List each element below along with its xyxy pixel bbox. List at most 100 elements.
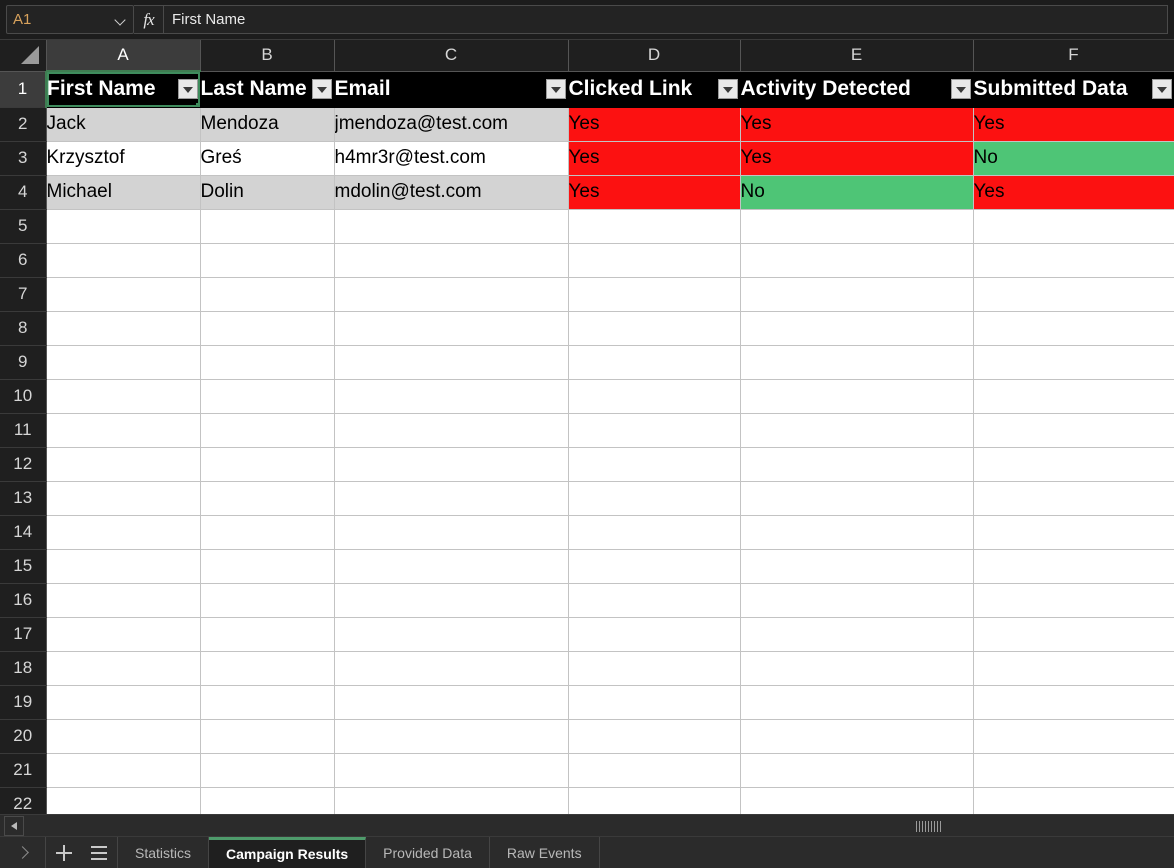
cell-a6[interactable] xyxy=(46,243,201,278)
row-header-9[interactable]: 9 xyxy=(0,345,47,380)
cell-b14[interactable] xyxy=(200,515,335,550)
cell-e10[interactable] xyxy=(740,379,974,414)
row-header-20[interactable]: 20 xyxy=(0,719,47,754)
cell-c12[interactable] xyxy=(334,447,569,482)
cell-f3[interactable]: No xyxy=(973,141,1174,176)
cell-f10[interactable] xyxy=(973,379,1174,414)
header-cell-b1[interactable]: Last Name xyxy=(200,71,335,108)
cell-a17[interactable] xyxy=(46,617,201,652)
header-cell-e1[interactable]: Activity Detected xyxy=(740,71,974,108)
column-header-b[interactable]: B xyxy=(200,40,335,72)
cell-b15[interactable] xyxy=(200,549,335,584)
row-header-13[interactable]: 13 xyxy=(0,481,47,516)
cell-e14[interactable] xyxy=(740,515,974,550)
cell-f14[interactable] xyxy=(973,515,1174,550)
header-cell-a1[interactable]: First Name xyxy=(46,71,201,108)
cell-a7[interactable] xyxy=(46,277,201,312)
row-header-5[interactable]: 5 xyxy=(0,209,47,244)
cell-e8[interactable] xyxy=(740,311,974,346)
row-header-2[interactable]: 2 xyxy=(0,107,47,142)
cell-f8[interactable] xyxy=(973,311,1174,346)
cell-c7[interactable] xyxy=(334,277,569,312)
cell-e19[interactable] xyxy=(740,685,974,720)
cell-c11[interactable] xyxy=(334,413,569,448)
cell-a12[interactable] xyxy=(46,447,201,482)
cell-c4[interactable]: mdolin@test.com xyxy=(334,175,569,210)
cell-c19[interactable] xyxy=(334,685,569,720)
cell-a22[interactable] xyxy=(46,787,201,814)
cell-d2[interactable]: Yes xyxy=(568,107,741,142)
cell-e9[interactable] xyxy=(740,345,974,380)
cell-c18[interactable] xyxy=(334,651,569,686)
cell-a16[interactable] xyxy=(46,583,201,618)
column-header-c[interactable]: C xyxy=(334,40,569,72)
cell-f11[interactable] xyxy=(973,413,1174,448)
cell-f19[interactable] xyxy=(973,685,1174,720)
cell-d7[interactable] xyxy=(568,277,741,312)
row-header-3[interactable]: 3 xyxy=(0,141,47,176)
select-all-triangle-icon[interactable] xyxy=(0,40,47,72)
row-header-10[interactable]: 10 xyxy=(0,379,47,414)
column-header-e[interactable]: E xyxy=(740,40,974,72)
cell-b21[interactable] xyxy=(200,753,335,788)
cell-e7[interactable] xyxy=(740,277,974,312)
cell-b9[interactable] xyxy=(200,345,335,380)
filter-dropdown-icon[interactable] xyxy=(717,79,738,99)
cell-b22[interactable] xyxy=(200,787,335,814)
cell-d19[interactable] xyxy=(568,685,741,720)
cell-b19[interactable] xyxy=(200,685,335,720)
cell-f17[interactable] xyxy=(973,617,1174,652)
cell-b3[interactable]: Greś xyxy=(200,141,335,176)
cell-e13[interactable] xyxy=(740,481,974,516)
header-cell-f1[interactable]: Submitted Data xyxy=(973,71,1174,108)
cell-a3[interactable]: Krzysztof xyxy=(46,141,201,176)
cell-d3[interactable]: Yes xyxy=(568,141,741,176)
cell-d5[interactable] xyxy=(568,209,741,244)
cell-f20[interactable] xyxy=(973,719,1174,754)
cell-b4[interactable]: Dolin xyxy=(200,175,335,210)
cell-f16[interactable] xyxy=(973,583,1174,618)
cell-d15[interactable] xyxy=(568,549,741,584)
cell-d6[interactable] xyxy=(568,243,741,278)
row-header-8[interactable]: 8 xyxy=(0,311,47,346)
cell-c20[interactable] xyxy=(334,719,569,754)
cell-a14[interactable] xyxy=(46,515,201,550)
cell-d22[interactable] xyxy=(568,787,741,814)
cell-c5[interactable] xyxy=(334,209,569,244)
cell-f21[interactable] xyxy=(973,753,1174,788)
cell-a9[interactable] xyxy=(46,345,201,380)
filter-dropdown-icon[interactable] xyxy=(177,79,198,100)
cell-b11[interactable] xyxy=(200,413,335,448)
cell-a4[interactable]: Michael xyxy=(46,175,201,210)
cell-c15[interactable] xyxy=(334,549,569,584)
cell-c8[interactable] xyxy=(334,311,569,346)
cell-d9[interactable] xyxy=(568,345,741,380)
cell-b13[interactable] xyxy=(200,481,335,516)
cell-d17[interactable] xyxy=(568,617,741,652)
tab-raw-events[interactable]: Raw Events xyxy=(489,837,600,868)
cell-a21[interactable] xyxy=(46,753,201,788)
cell-b8[interactable] xyxy=(200,311,335,346)
row-header-14[interactable]: 14 xyxy=(0,515,47,550)
cell-b7[interactable] xyxy=(200,277,335,312)
cell-e16[interactable] xyxy=(740,583,974,618)
cell-e4[interactable]: No xyxy=(740,175,974,210)
cell-a11[interactable] xyxy=(46,413,201,448)
cell-b2[interactable]: Mendoza xyxy=(200,107,335,142)
cell-d20[interactable] xyxy=(568,719,741,754)
horizontal-scrollbar[interactable] xyxy=(0,814,1174,836)
cell-f4[interactable]: Yes xyxy=(973,175,1174,210)
cell-d21[interactable] xyxy=(568,753,741,788)
cell-a5[interactable] xyxy=(46,209,201,244)
cell-a19[interactable] xyxy=(46,685,201,720)
cell-b20[interactable] xyxy=(200,719,335,754)
cell-d13[interactable] xyxy=(568,481,741,516)
name-box[interactable]: A1 xyxy=(6,5,134,34)
filter-dropdown-icon[interactable] xyxy=(1151,79,1172,99)
cell-c6[interactable] xyxy=(334,243,569,278)
fx-icon[interactable]: fx xyxy=(134,5,164,34)
cell-f6[interactable] xyxy=(973,243,1174,278)
header-cell-d1[interactable]: Clicked Link xyxy=(568,71,741,108)
chevron-down-icon[interactable] xyxy=(115,14,127,26)
cell-f2[interactable]: Yes xyxy=(973,107,1174,142)
